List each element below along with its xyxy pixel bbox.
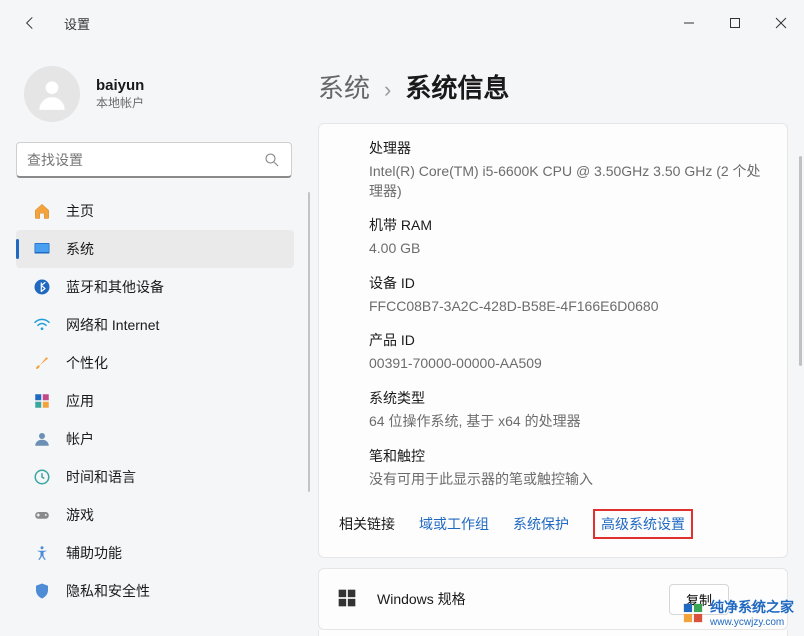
windows-icon bbox=[337, 588, 359, 610]
search-icon bbox=[263, 151, 281, 169]
sidebar-item-accounts[interactable]: 帐户 bbox=[16, 420, 294, 458]
product-id-label: 产品 ID bbox=[369, 330, 763, 350]
sidebar-item-accessibility[interactable]: 辅助功能 bbox=[16, 534, 294, 572]
minimize-icon bbox=[683, 17, 695, 29]
account-icon bbox=[32, 429, 52, 449]
sidebar-item-label: 时间和语言 bbox=[66, 467, 136, 487]
app-title: 设置 bbox=[64, 14, 90, 33]
bluetooth-icon bbox=[32, 277, 52, 297]
titlebar: 设置 bbox=[0, 0, 804, 46]
windows-spec-title: Windows 规格 bbox=[377, 589, 466, 609]
sidebar-item-home[interactable]: 主页 bbox=[16, 192, 294, 230]
arrow-left-icon bbox=[22, 15, 38, 31]
maximize-icon bbox=[729, 17, 741, 29]
sidebar-item-label: 网络和 Internet bbox=[66, 315, 159, 335]
search-box[interactable] bbox=[16, 142, 292, 178]
sidebar-item-system[interactable]: 系统 bbox=[16, 230, 294, 268]
sidebar-item-label: 系统 bbox=[66, 239, 94, 259]
sidebar-item-bluetooth[interactable]: 蓝牙和其他设备 bbox=[16, 268, 294, 306]
sidebar-item-label: 辅助功能 bbox=[66, 543, 122, 563]
shield-icon bbox=[32, 581, 52, 601]
nav: 主页 系统 蓝牙和其他设备 网络和 Internet bbox=[16, 192, 310, 636]
watermark-url: www.ycwjzy.com bbox=[710, 617, 794, 628]
settings-window: 设置 baiyun 本地帐户 bbox=[0, 0, 804, 636]
gamepad-icon bbox=[32, 505, 52, 525]
avatar bbox=[24, 66, 80, 122]
device-specs-card: 处理器 Intel(R) Core(TM) i5-6600K CPU @ 3.50… bbox=[318, 123, 788, 558]
maximize-button[interactable] bbox=[712, 0, 758, 46]
sidebar-item-apps[interactable]: 应用 bbox=[16, 382, 294, 420]
watermark: 纯净系统之家 www.ycwjzy.com bbox=[682, 597, 794, 628]
cpu-label: 处理器 bbox=[369, 138, 763, 158]
breadcrumb-parent[interactable]: 系统 bbox=[318, 68, 370, 105]
accessibility-icon bbox=[32, 543, 52, 563]
sidebar-item-label: 游戏 bbox=[66, 505, 94, 525]
system-icon bbox=[32, 239, 52, 259]
sidebar-item-time[interactable]: 时间和语言 bbox=[16, 458, 294, 496]
link-domain-workgroup[interactable]: 域或工作组 bbox=[419, 514, 489, 534]
chevron-right-icon: › bbox=[384, 77, 391, 103]
close-icon bbox=[775, 17, 787, 29]
product-id-value: 00391-70000-00000-AA509 bbox=[369, 354, 763, 374]
sidebar-item-network[interactable]: 网络和 Internet bbox=[16, 306, 294, 344]
profile-block[interactable]: baiyun 本地帐户 bbox=[16, 54, 310, 142]
sidebar: baiyun 本地帐户 主页 系统 bbox=[0, 46, 310, 636]
related-label: 相关链接 bbox=[339, 514, 395, 534]
minimize-button[interactable] bbox=[666, 0, 712, 46]
sidebar-item-label: 主页 bbox=[66, 201, 94, 221]
close-button[interactable] bbox=[758, 0, 804, 46]
cpu-value: Intel(R) Core(TM) i5-6600K CPU @ 3.50GHz… bbox=[369, 162, 763, 201]
related-links: 相关链接 域或工作组 系统保护 高级系统设置 bbox=[339, 489, 763, 539]
clock-icon bbox=[32, 467, 52, 487]
sidebar-item-label: 帐户 bbox=[66, 429, 94, 449]
watermark-icon bbox=[682, 602, 704, 624]
link-system-protection[interactable]: 系统保护 bbox=[513, 514, 569, 534]
device-id-label: 设备 ID bbox=[369, 273, 763, 293]
brush-icon bbox=[32, 353, 52, 373]
ram-label: 机带 RAM bbox=[369, 215, 763, 235]
profile-text: baiyun 本地帐户 bbox=[96, 77, 144, 111]
profile-name: baiyun bbox=[96, 77, 144, 94]
system-type-value: 64 位操作系统, 基于 x64 的处理器 bbox=[369, 412, 763, 432]
content: 系统 › 系统信息 处理器 Intel(R) Core(TM) i5-6600K … bbox=[310, 46, 804, 636]
user-icon bbox=[33, 75, 71, 113]
back-button[interactable] bbox=[18, 11, 42, 35]
system-type-label: 系统类型 bbox=[369, 388, 763, 408]
watermark-title: 纯净系统之家 bbox=[710, 599, 794, 615]
window-controls bbox=[666, 0, 804, 46]
pen-touch-label: 笔和触控 bbox=[369, 446, 763, 466]
wifi-icon bbox=[32, 315, 52, 335]
sidebar-item-gaming[interactable]: 游戏 bbox=[16, 496, 294, 534]
ram-value: 4.00 GB bbox=[369, 239, 763, 259]
breadcrumb-current: 系统信息 bbox=[405, 68, 509, 105]
device-id-value: FFCC08B7-3A2C-428D-B58E-4F166E6D0680 bbox=[369, 297, 763, 317]
sidebar-item-label: 应用 bbox=[66, 391, 94, 411]
sidebar-item-label: 个性化 bbox=[66, 353, 108, 373]
body: baiyun 本地帐户 主页 系统 bbox=[0, 46, 804, 636]
windows-spec-body: 版本Windows 11 专业工作站版 bbox=[318, 630, 788, 636]
sidebar-item-privacy[interactable]: 隐私和安全性 bbox=[16, 572, 294, 610]
home-icon bbox=[32, 201, 52, 221]
profile-sub: 本地帐户 bbox=[96, 94, 144, 111]
sidebar-item-personalization[interactable]: 个性化 bbox=[16, 344, 294, 382]
apps-icon bbox=[32, 391, 52, 411]
pen-touch-value: 没有可用于此显示器的笔或触控输入 bbox=[369, 470, 763, 490]
sidebar-item-label: 蓝牙和其他设备 bbox=[66, 277, 164, 297]
link-advanced-system-settings[interactable]: 高级系统设置 bbox=[601, 516, 685, 532]
breadcrumb: 系统 › 系统信息 bbox=[318, 46, 788, 123]
search-input[interactable] bbox=[27, 152, 263, 168]
annotation-highlight: 高级系统设置 bbox=[593, 509, 693, 539]
content-scrollbar-thumb[interactable] bbox=[799, 156, 802, 366]
sidebar-item-label: 隐私和安全性 bbox=[66, 581, 150, 601]
